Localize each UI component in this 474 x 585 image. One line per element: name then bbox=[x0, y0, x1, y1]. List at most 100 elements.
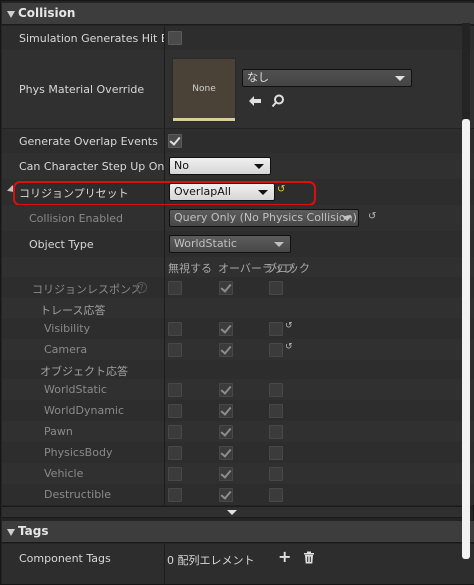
row-component-tags: Component Tags 0 配列エレメント + bbox=[2, 544, 474, 584]
visibility-ignore-checkbox[interactable] bbox=[168, 322, 182, 336]
row-generate-overlap: Generate Overlap Events bbox=[2, 129, 474, 153]
worldstatic-block-checkbox[interactable] bbox=[269, 383, 283, 397]
worldstatic-ignore-checkbox[interactable] bbox=[168, 383, 182, 397]
row-collision-responses: コリジョンレスポンス ? bbox=[2, 277, 474, 298]
pawn-block-checkbox[interactable] bbox=[269, 425, 283, 439]
vehicle-overlap-checkbox[interactable] bbox=[219, 467, 233, 481]
row-collision-enabled: Collision Enabled Query Only (No Physics… bbox=[2, 205, 474, 231]
table-row: Camera ↺ bbox=[2, 339, 474, 360]
chevron-down-icon bbox=[227, 510, 237, 515]
chevron-down-icon bbox=[395, 76, 405, 81]
physicsbody-ignore-checkbox[interactable] bbox=[168, 446, 182, 460]
object-destructible-label: Destructible bbox=[44, 488, 111, 501]
search-icon[interactable] bbox=[271, 94, 285, 111]
step-up-combo[interactable]: No bbox=[169, 157, 271, 175]
generate-overlap-checkbox[interactable] bbox=[168, 134, 182, 148]
row-object-type: Object Type WorldStatic bbox=[2, 231, 474, 257]
collision-enabled-combo[interactable]: Query Only (No Physics Collision) bbox=[169, 209, 359, 227]
collision-section-title: Collision bbox=[18, 6, 76, 20]
object-type-combo[interactable]: WorldStatic bbox=[169, 235, 291, 253]
physicsbody-overlap-checkbox[interactable] bbox=[219, 446, 233, 460]
chevron-down-icon bbox=[274, 242, 284, 247]
tags-section-title: Tags bbox=[18, 524, 49, 538]
step-up-label: Can Character Step Up On bbox=[19, 160, 165, 173]
table-row: Vehicle bbox=[2, 463, 474, 484]
reset-to-default-icon[interactable]: ↺ bbox=[285, 321, 293, 331]
destructible-ignore-checkbox[interactable] bbox=[168, 488, 182, 502]
sim-hit-events-checkbox[interactable] bbox=[168, 31, 182, 45]
trace-camera-label: Camera bbox=[44, 343, 88, 356]
tags-section-header[interactable]: Tags bbox=[2, 521, 474, 543]
component-tags-label: Component Tags bbox=[19, 552, 111, 565]
visibility-block-checkbox[interactable] bbox=[269, 322, 283, 336]
component-tags-value: 0 配列エレメント bbox=[167, 554, 255, 567]
step-up-value: No bbox=[174, 159, 189, 172]
chevron-down-icon bbox=[342, 216, 352, 221]
collision-enabled-label: Collision Enabled bbox=[29, 212, 124, 225]
details-panel: Collision Simulation Generates Hit Eve P… bbox=[0, 0, 474, 585]
worldstatic-overlap-checkbox[interactable] bbox=[219, 383, 233, 397]
object-label: オブジェクト応答 bbox=[40, 365, 128, 378]
worlddynamic-overlap-checkbox[interactable] bbox=[219, 404, 233, 418]
row-trace-header: トレース応答 bbox=[2, 298, 474, 318]
collision-section-header[interactable]: Collision bbox=[2, 3, 474, 25]
table-row: PhysicsBody bbox=[2, 442, 474, 463]
camera-ignore-checkbox[interactable] bbox=[168, 343, 182, 357]
collapse-triangle-icon[interactable] bbox=[7, 11, 15, 18]
material-thumb-text: None bbox=[192, 84, 216, 94]
worlddynamic-block-checkbox[interactable] bbox=[269, 404, 283, 418]
help-icon[interactable]: ? bbox=[136, 282, 147, 293]
row-sim-hit-events: Simulation Generates Hit Eve bbox=[2, 26, 474, 50]
physicsbody-block-checkbox[interactable] bbox=[269, 446, 283, 460]
destructible-block-checkbox[interactable] bbox=[269, 488, 283, 502]
pawn-overlap-checkbox[interactable] bbox=[219, 425, 233, 439]
row-step-up: Can Character Step Up On No bbox=[2, 153, 474, 179]
worlddynamic-ignore-checkbox[interactable] bbox=[168, 404, 182, 418]
trash-icon[interactable] bbox=[303, 551, 315, 567]
preset-highlight-box bbox=[13, 181, 316, 206]
object-worlddynamic-label: WorldDynamic bbox=[44, 404, 125, 417]
camera-block-checkbox[interactable] bbox=[269, 343, 283, 357]
row-response-headers: 無視する オーバーラップ ブロック bbox=[2, 257, 474, 277]
responses-overlap-checkbox[interactable] bbox=[219, 281, 233, 295]
back-arrow-icon[interactable] bbox=[248, 94, 262, 111]
vehicle-ignore-checkbox[interactable] bbox=[168, 467, 182, 481]
generate-overlap-label: Generate Overlap Events bbox=[19, 135, 158, 148]
material-combo-value: なし bbox=[247, 71, 269, 84]
trace-label: トレース応答 bbox=[40, 304, 106, 317]
table-row: Destructible bbox=[2, 484, 474, 505]
object-type-value: WorldStatic bbox=[174, 237, 237, 250]
responses-block-checkbox[interactable] bbox=[269, 281, 283, 295]
destructible-overlap-checkbox[interactable] bbox=[219, 488, 233, 502]
trace-visibility-label: Visibility bbox=[44, 322, 91, 335]
camera-overlap-checkbox[interactable] bbox=[219, 343, 233, 357]
responses-ignore-checkbox[interactable] bbox=[168, 281, 182, 295]
col-block: ブロック bbox=[266, 262, 310, 275]
collapse-triangle-icon[interactable] bbox=[7, 529, 15, 536]
object-worldstatic-label: WorldStatic bbox=[44, 383, 107, 396]
object-pawn-label: Pawn bbox=[44, 425, 73, 438]
row-phys-material: Phys Material Override bbox=[2, 50, 474, 128]
row-object-header: オブジェクト応答 bbox=[2, 360, 474, 379]
table-row: WorldStatic bbox=[2, 379, 474, 400]
add-icon[interactable]: + bbox=[278, 549, 291, 565]
scrollbar-thumb[interactable] bbox=[462, 119, 470, 559]
table-row: WorldDynamic bbox=[2, 400, 474, 421]
table-row: Pawn bbox=[2, 421, 474, 442]
advanced-expander[interactable] bbox=[2, 506, 464, 518]
pawn-ignore-checkbox[interactable] bbox=[168, 425, 182, 439]
material-combo[interactable]: なし bbox=[242, 69, 412, 87]
phys-material-label: Phys Material Override bbox=[19, 83, 145, 96]
object-vehicle-label: Vehicle bbox=[44, 467, 84, 480]
collision-enabled-value: Query Only (No Physics Collision) bbox=[174, 211, 357, 224]
col-ignore: 無視する bbox=[168, 262, 212, 275]
vehicle-block-checkbox[interactable] bbox=[269, 467, 283, 481]
material-thumbnail[interactable]: None bbox=[172, 58, 236, 122]
responses-label: コリジョンレスポンス bbox=[32, 283, 142, 296]
visibility-overlap-checkbox[interactable] bbox=[219, 322, 233, 336]
reset-to-default-icon[interactable]: ↺ bbox=[368, 211, 376, 222]
chevron-down-icon bbox=[254, 164, 264, 169]
reset-to-default-icon[interactable]: ↺ bbox=[285, 342, 293, 352]
sim-hit-events-label: Simulation Generates Hit Eve bbox=[19, 32, 164, 45]
table-row: Visibility ↺ bbox=[2, 318, 474, 339]
